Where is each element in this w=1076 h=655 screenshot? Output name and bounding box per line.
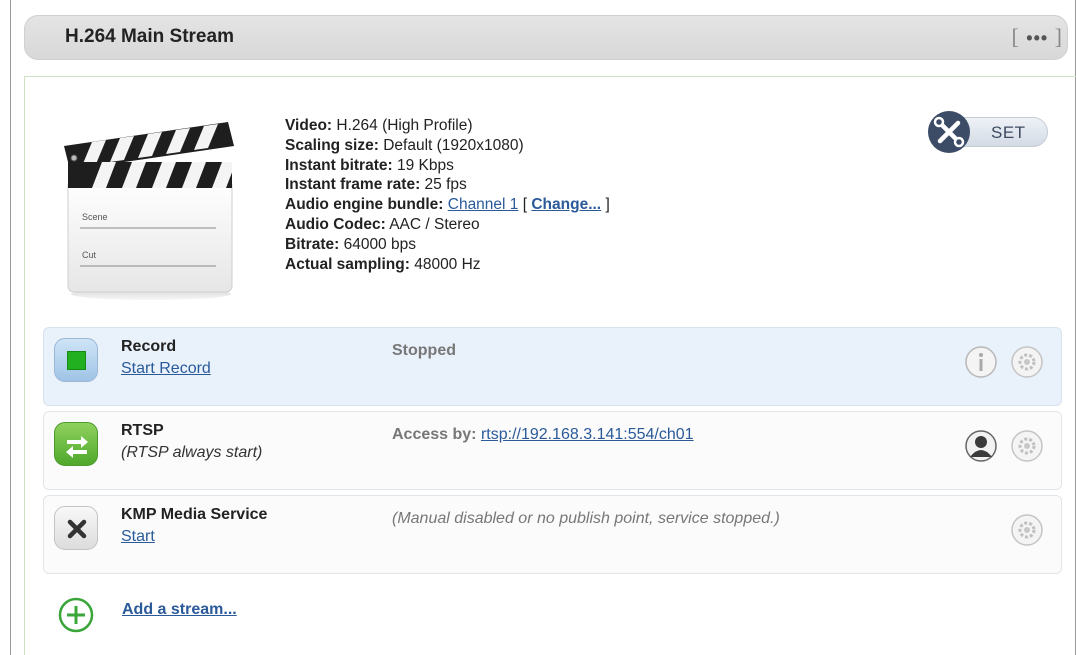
rtsp-name: RTSP: [121, 422, 164, 439]
frame-rate-line: Instant frame rate: 25 fps: [285, 176, 467, 194]
kmp-row: KMP Media Service Start (Manual disabled…: [43, 495, 1062, 574]
rtsp-status: Access by: rtsp://192.168.3.141:554/ch01: [392, 426, 694, 443]
rtsp-url-link[interactable]: rtsp://192.168.3.141:554/ch01: [481, 426, 694, 443]
scene-label: Scene: [82, 212, 108, 222]
clapperboard-icon: Scene Cut: [62, 120, 240, 302]
user-icon[interactable]: [964, 429, 998, 463]
bracket-open: [: [1011, 24, 1020, 49]
more-dots-icon: •••: [1026, 28, 1049, 48]
stream-title: H.264 Main Stream: [65, 26, 234, 47]
rtsp-row: RTSP (RTSP always start) Access by: rtsp…: [43, 411, 1062, 490]
rtsp-arrows-icon[interactable]: [54, 422, 98, 466]
add-stream-button[interactable]: Add a stream...: [56, 595, 286, 635]
set-label: SET: [991, 123, 1026, 142]
gear-icon[interactable]: [1010, 513, 1044, 547]
plus-circle-icon: [58, 597, 94, 633]
gear-icon[interactable]: [1010, 429, 1044, 463]
bracket-close: ]: [1054, 24, 1063, 49]
record-name: Record: [121, 338, 177, 355]
stream-header: H.264 Main Stream [ ••• ]: [24, 15, 1068, 60]
info-icon[interactable]: [964, 345, 998, 379]
audio-bundle-line: Audio engine bundle: Channel 1 [ Change.…: [285, 196, 610, 214]
audio-codec-line: Audio Codec: AAC / Stereo: [285, 215, 480, 233]
kmp-start-link[interactable]: Start: [121, 528, 155, 546]
instant-bitrate-line: Instant bitrate: 19 Kbps: [285, 156, 454, 174]
rtsp-note: (RTSP always start): [121, 444, 263, 461]
channel-link[interactable]: Channel 1: [448, 196, 519, 213]
gear-icon[interactable]: [1010, 345, 1044, 379]
sampling-line: Actual sampling: 48000 Hz: [285, 255, 481, 273]
kmp-x-icon[interactable]: [54, 506, 98, 550]
more-options-button[interactable]: [ ••• ]: [1011, 24, 1063, 50]
record-stop-icon[interactable]: [54, 338, 98, 382]
kmp-status: (Manual disabled or no publish point, se…: [392, 510, 780, 527]
tools-icon: [928, 111, 970, 153]
scaling-line: Scaling size: Default (1920x1080): [285, 136, 524, 154]
add-stream-label: Add a stream...: [122, 601, 237, 618]
set-button[interactable]: SET: [928, 111, 1048, 153]
audio-bitrate-line: Bitrate: 64000 bps: [285, 235, 416, 253]
change-link[interactable]: Change...: [531, 196, 601, 213]
record-status: Stopped: [392, 342, 456, 359]
record-row: Record Start Record Stopped: [43, 327, 1062, 406]
video-line: Video: H.264 (High Profile): [285, 117, 473, 134]
kmp-name: KMP Media Service: [121, 506, 268, 523]
start-record-link[interactable]: Start Record: [121, 360, 211, 378]
stream-info: Video: H.264 (High Profile) Scaling size…: [285, 116, 610, 274]
cut-label: Cut: [82, 250, 97, 260]
